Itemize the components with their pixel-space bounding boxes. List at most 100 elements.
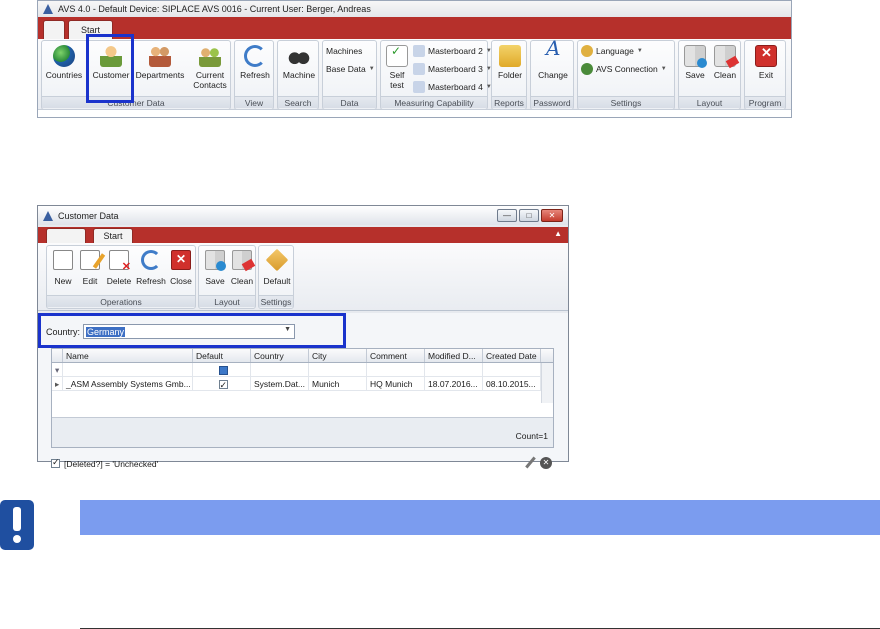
group-data: Machines Base Data ▼ Data — [322, 40, 377, 110]
filter-cell-city[interactable] — [309, 363, 367, 376]
default-button[interactable]: Default — [261, 248, 293, 286]
masterboard-2-dropdown[interactable]: Masterboard 2 ▼ — [413, 45, 492, 57]
password-icon — [542, 43, 564, 67]
current-contacts-button[interactable]: Current Contacts — [190, 45, 230, 90]
filter-enabled-checkbox[interactable] — [51, 457, 60, 468]
save-layout-icon — [684, 45, 707, 68]
app-logo-icon — [42, 210, 54, 222]
table-row[interactable]: ▸ _ASM Assembly Systems Gmb... System.Da… — [52, 377, 553, 391]
refresh-button[interactable]: Refresh — [135, 250, 167, 286]
new-button[interactable]: New — [51, 250, 75, 286]
departments-button[interactable]: Departments — [134, 45, 186, 80]
refresh-icon — [141, 250, 161, 270]
group-label-program: Program — [745, 96, 785, 108]
main-app-window: AVS 4.0 - Default Device: SIPLACE AVS 00… — [37, 0, 792, 118]
group-layout: Save Clean Layout — [678, 40, 741, 110]
filter-cell-default[interactable] — [193, 363, 251, 376]
folder-icon — [499, 45, 521, 67]
filter-cell-comment[interactable] — [367, 363, 425, 376]
base-data-dropdown[interactable]: Base Data ▼ — [326, 64, 375, 74]
tab-start[interactable]: Start — [93, 228, 133, 243]
column-header-city[interactable]: City — [309, 349, 367, 362]
group-label-customer-data: Customer Data — [42, 96, 230, 108]
filter-cell-modified[interactable] — [425, 363, 483, 376]
cell-name[interactable]: _ASM Assembly Systems Gmb... — [63, 377, 193, 390]
filter-cell-created[interactable] — [483, 363, 541, 376]
cell-country[interactable]: System.Dat... — [251, 377, 309, 390]
binoculars-icon — [288, 45, 310, 67]
group-label-reports: Reports — [492, 96, 526, 108]
folder-button[interactable]: Folder — [494, 45, 526, 80]
group-label-measuring: Measuring Capability — [381, 96, 487, 108]
customer-data-ribbon: New Edit Delete Refresh Close Operations — [38, 243, 568, 311]
grid-footer: Count=1 — [52, 417, 553, 447]
edit-button[interactable]: Edit — [78, 250, 102, 286]
masterboard-3-dropdown[interactable]: Masterboard 3 ▼ — [413, 63, 492, 75]
column-header-created-date[interactable]: Created Date — [483, 349, 541, 362]
countries-button[interactable]: Countries — [45, 45, 83, 80]
filter-checkbox[interactable] — [218, 366, 228, 375]
language-dropdown[interactable]: Language ▼ — [581, 45, 643, 57]
globe-icon — [53, 45, 75, 67]
filter-cell-country[interactable] — [251, 363, 309, 376]
group-label-password: Password — [531, 96, 573, 108]
default-checkbox[interactable] — [218, 378, 228, 390]
column-header-comment[interactable]: Comment — [367, 349, 425, 362]
save-layout-button[interactable]: Save — [681, 45, 709, 80]
vertical-scrollbar[interactable] — [541, 363, 553, 403]
close-window-button[interactable]: ✕ — [541, 209, 563, 222]
close-button[interactable]: Close — [168, 250, 194, 286]
column-header-default[interactable]: Default — [193, 349, 251, 362]
app-menu-button[interactable] — [43, 20, 65, 39]
group-label-layout: Layout — [679, 96, 740, 108]
column-header-country[interactable]: Country — [251, 349, 309, 362]
cell-modified-date[interactable]: 18.07.2016... — [425, 377, 483, 390]
refresh-button[interactable]: Refresh — [237, 45, 273, 80]
contacts-icon — [199, 45, 221, 67]
clear-filter-icon[interactable]: ✕ — [540, 457, 552, 469]
column-header-modified-date[interactable]: Modified D... — [425, 349, 483, 362]
save-layout-button[interactable]: Save — [202, 250, 228, 286]
delete-button[interactable]: Delete — [104, 250, 134, 286]
avs-connection-dropdown[interactable]: AVS Connection ▼ — [581, 63, 667, 75]
group-program: Exit Program — [744, 40, 786, 110]
connection-icon — [581, 63, 593, 75]
column-header-name[interactable]: Name — [63, 349, 193, 362]
main-ribbon: Countries Customer Departments Current C… — [38, 39, 791, 111]
cell-comment[interactable]: HQ Munich — [367, 377, 425, 390]
group-customer-data: Countries Customer Departments Current C… — [41, 40, 231, 110]
group-label-operations: Operations — [47, 295, 195, 307]
refresh-icon — [244, 45, 266, 67]
group-label-view: View — [235, 96, 273, 108]
change-password-button[interactable]: Change — [534, 43, 572, 80]
minimize-button[interactable]: — — [497, 209, 517, 222]
row-indicator-header — [52, 349, 63, 362]
group-operations: New Edit Delete Refresh Close Operations — [46, 245, 196, 309]
chevron-down-icon: ▼ — [660, 66, 667, 72]
main-tabstrip: Start — [38, 17, 791, 39]
clean-layout-button[interactable]: Clean — [229, 250, 255, 286]
cell-city[interactable]: Munich — [309, 377, 367, 390]
masterboard-4-dropdown[interactable]: Masterboard 4 ▼ — [413, 81, 492, 93]
filter-bar: [Deleted?] = 'Unchecked' ✕ — [51, 455, 554, 472]
machines-button[interactable]: Machines — [326, 46, 362, 56]
close-icon — [171, 250, 191, 270]
maximize-button[interactable]: □ — [519, 209, 539, 222]
exit-icon — [755, 45, 777, 67]
edit-filter-icon[interactable] — [524, 457, 536, 469]
machine-search-button[interactable]: Machine — [280, 45, 318, 80]
window-controls: — □ ✕ — [497, 209, 563, 222]
quick-access-menu[interactable] — [46, 228, 86, 243]
cell-created-date[interactable]: 08.10.2015... — [483, 377, 541, 390]
group-reports: Folder Reports — [491, 40, 527, 110]
collapse-ribbon-icon[interactable]: ▲ — [554, 229, 562, 238]
filter-cell-name[interactable] — [63, 363, 193, 376]
self-test-button[interactable]: Self test — [383, 45, 411, 90]
filter-text[interactable]: [Deleted?] = 'Unchecked' — [64, 459, 158, 469]
masterboard-icon — [413, 63, 425, 75]
customer-button-highlight — [86, 34, 134, 103]
masterboard-icon — [413, 45, 425, 57]
clean-layout-button[interactable]: Clean — [711, 45, 739, 80]
cell-default[interactable] — [193, 377, 251, 390]
exit-button[interactable]: Exit — [750, 45, 782, 80]
